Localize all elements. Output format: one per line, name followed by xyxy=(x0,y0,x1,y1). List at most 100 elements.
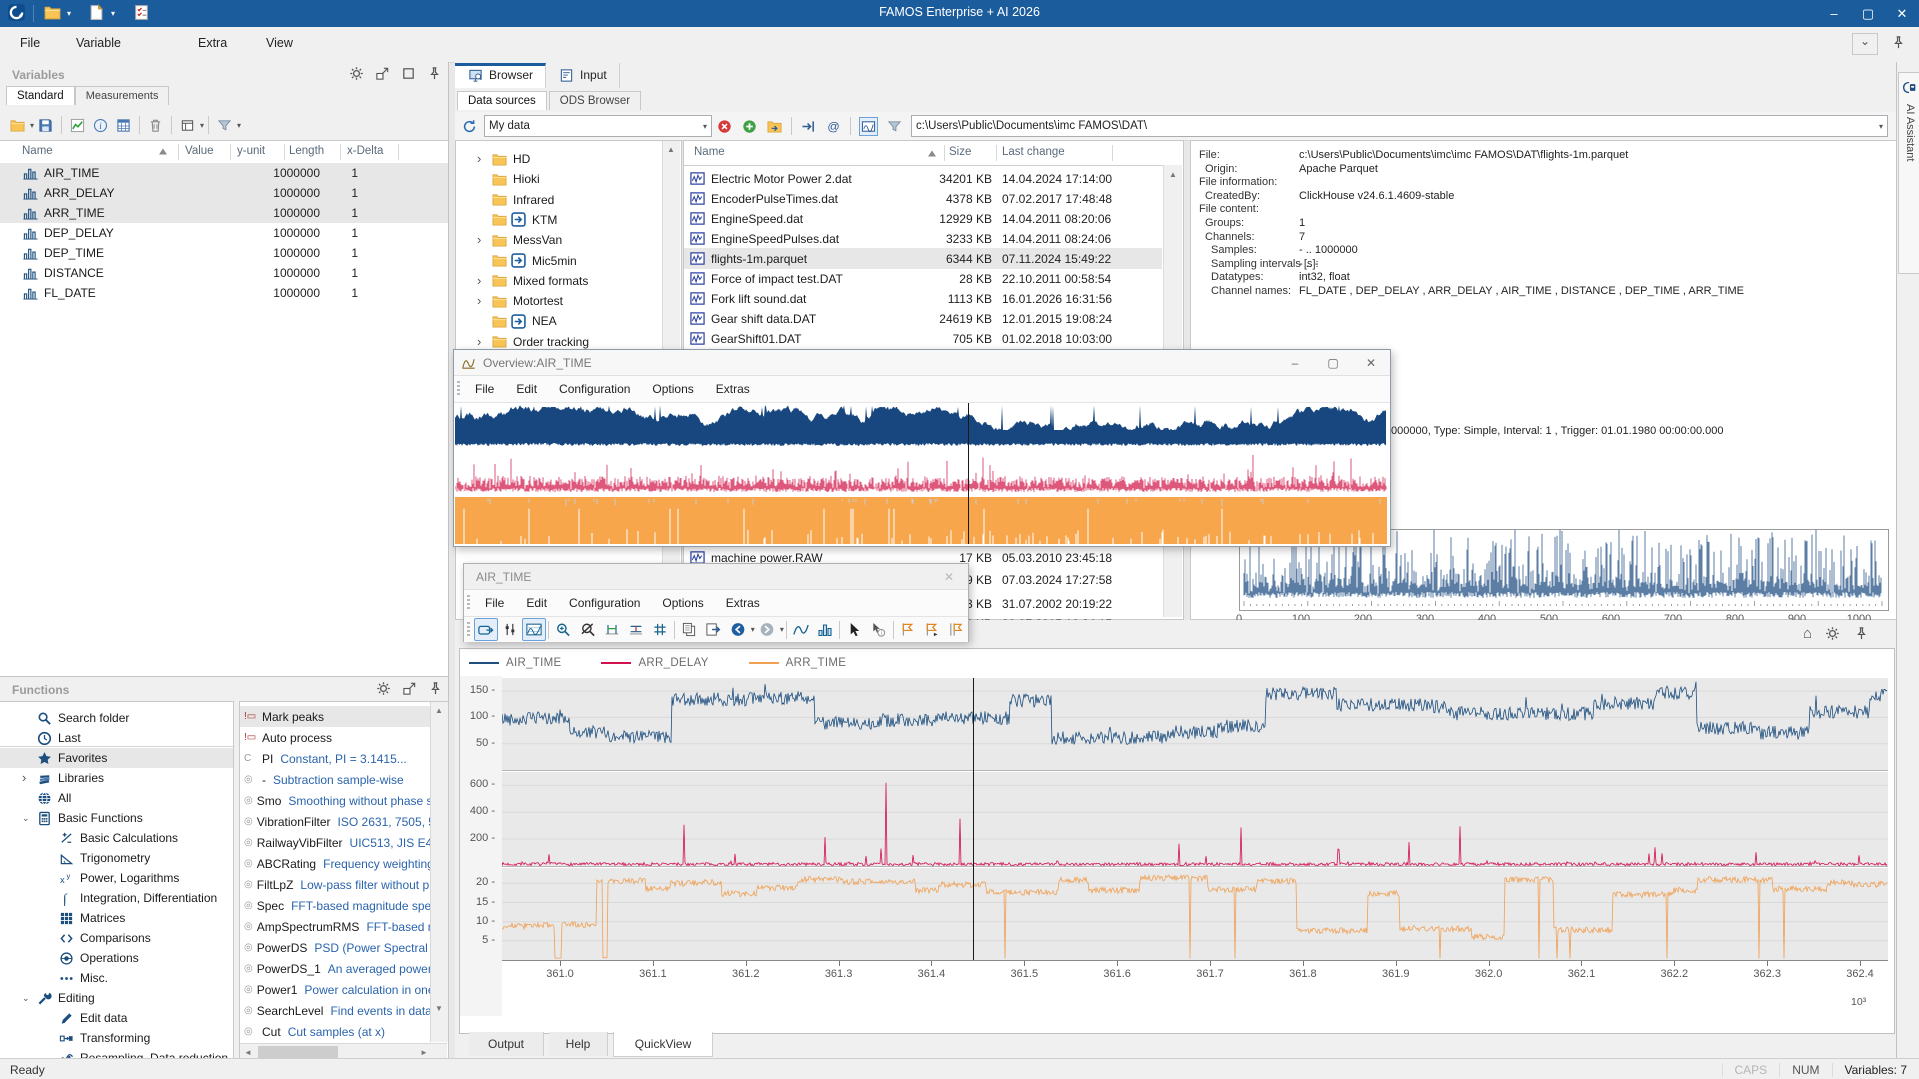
function-category-misc-[interactable]: Misc. xyxy=(0,968,233,988)
expander-icon[interactable]: › xyxy=(477,235,491,245)
menu-extras[interactable]: Extras xyxy=(715,592,771,614)
add-source-icon[interactable] xyxy=(741,118,758,135)
legend-item-air_time[interactable]: AIR_TIME xyxy=(469,657,561,669)
nav-forward-icon[interactable] xyxy=(755,618,779,641)
menu-file[interactable]: File xyxy=(464,378,505,400)
arr-time-chart[interactable] xyxy=(502,868,1888,960)
curve-close-icon[interactable]: ✕ xyxy=(930,565,968,589)
function-item[interactable]: ◎SearchLevelFind events in data at xyxy=(240,1000,430,1021)
dropdown-caret-icon[interactable]: ▾ xyxy=(30,121,34,130)
window-layout-icon[interactable] xyxy=(179,117,196,134)
function-item[interactable]: ◎Power1Power calculation in one ph xyxy=(240,979,430,1000)
function-category-trigonometry[interactable]: Trigonometry xyxy=(0,848,233,868)
curve-window-titlebar[interactable]: AIR_TIME ✕ xyxy=(464,564,968,590)
pointer-icon[interactable] xyxy=(842,618,866,641)
expander-icon[interactable]: › xyxy=(477,337,491,347)
variables-tab-standard[interactable]: Standard xyxy=(6,86,75,105)
bottom-tab-output[interactable]: Output xyxy=(469,1032,544,1056)
measure-y-icon[interactable] xyxy=(624,618,648,641)
settings-gear-icon[interactable] xyxy=(375,680,392,697)
function-category-edit-data[interactable]: Edit data xyxy=(0,1008,233,1028)
variable-row[interactable]: AIR_TIME10000001 xyxy=(0,163,448,183)
overview-mode-icon[interactable] xyxy=(522,618,546,641)
list-scroll-up-icon[interactable]: ▲ xyxy=(431,702,447,718)
file-row[interactable]: EngineSpeedPulses.dat3233 KB14.04.2011 0… xyxy=(684,228,1162,249)
event-marker-2-icon[interactable] xyxy=(920,618,944,641)
expander-icon[interactable]: › xyxy=(477,276,491,286)
float-panel-icon[interactable] xyxy=(401,680,418,697)
function-category-matrices[interactable]: Matrices xyxy=(0,908,233,928)
function-item[interactable]: ◎FiltLpZLow-pass filter without phas xyxy=(240,874,430,895)
expander-icon[interactable]: › xyxy=(22,773,36,783)
list-scroll-down-icon[interactable]: ▼ xyxy=(431,1000,447,1016)
ai-assistant-tab[interactable]: AI Assistant xyxy=(1898,72,1919,274)
function-category-libraries[interactable]: ›Libraries xyxy=(0,768,233,788)
function-item[interactable]: !▭Mark peaks xyxy=(240,706,430,727)
close-window-button[interactable]: ✕ xyxy=(1885,0,1919,27)
chevron-down-icon[interactable]: ⌄ xyxy=(1852,33,1878,55)
panel-tab-browser[interactable]: Browser xyxy=(455,63,546,88)
curve-window[interactable]: AIR_TIME ✕ FileEditConfigurationOptionsE… xyxy=(463,563,969,642)
menu-file[interactable]: File xyxy=(14,34,46,52)
show-curve-icon[interactable] xyxy=(69,117,86,134)
file-row[interactable]: Gear shift data.DAT24619 KB12.01.2015 19… xyxy=(684,308,1162,329)
dropdown-caret-icon[interactable]: ▾ xyxy=(200,121,204,130)
save-variable-icon[interactable] xyxy=(37,117,54,134)
filter-files-icon[interactable] xyxy=(886,118,903,135)
filter-variables-icon[interactable] xyxy=(216,117,233,134)
pin-icon[interactable] xyxy=(426,65,443,82)
function-category-editing[interactable]: ⌄Editing xyxy=(0,988,233,1008)
function-item[interactable]: ◎SmoSmoothing without phase shift xyxy=(240,790,430,811)
pin-icon[interactable] xyxy=(427,680,444,697)
folder-item[interactable]: Hioki xyxy=(456,169,540,189)
data-source-combo[interactable]: My data▾ xyxy=(484,115,712,137)
column-header-size[interactable]: Size xyxy=(949,146,971,158)
tree-scroll-up-icon[interactable]: ▲ xyxy=(663,141,679,157)
function-category-integration-differentiation[interactable]: ∫Integration, Differentiation xyxy=(0,888,233,908)
dropdown-caret-icon[interactable]: ▾ xyxy=(780,625,784,634)
legend-item-arr_delay[interactable]: ARR_DELAY xyxy=(601,657,708,669)
expander-icon[interactable]: › xyxy=(477,154,491,164)
menu-extras[interactable]: Extras xyxy=(705,378,761,400)
overview-strip-arr-time[interactable] xyxy=(455,497,1387,544)
function-category-basic-functions[interactable]: ⌄Basic Functions xyxy=(0,808,233,828)
datagrid-icon[interactable] xyxy=(115,117,132,134)
menu-variable[interactable]: Variable xyxy=(70,34,127,52)
maximize-panel-icon[interactable] xyxy=(400,65,417,82)
overview-window-titlebar[interactable]: Overview:AIR_TIME – ▢ ✕ xyxy=(454,350,1390,376)
function-item[interactable]: CPIConstant, PI = 3.1415... xyxy=(240,748,430,769)
address-icon[interactable]: @ xyxy=(825,118,842,135)
folder-item[interactable]: ›Motortest xyxy=(456,291,563,311)
bottom-tab-help[interactable]: Help xyxy=(549,1032,608,1056)
settings-gear-icon[interactable] xyxy=(1824,625,1841,642)
variable-info-icon[interactable]: i xyxy=(92,117,109,134)
folder-item[interactable]: NEA xyxy=(456,311,557,331)
event-marker-1-icon[interactable] xyxy=(896,618,920,641)
subtab-data-sources[interactable]: Data sources xyxy=(457,91,547,110)
variable-row[interactable]: FL_DATE10000001 xyxy=(0,283,448,303)
zoom-in-icon[interactable] xyxy=(551,618,575,641)
column-header-value[interactable]: Value xyxy=(185,145,214,157)
home-icon[interactable]: ⌂ xyxy=(1803,625,1812,642)
overview-cursor[interactable] xyxy=(968,403,969,544)
expander-icon[interactable]: ⌄ xyxy=(22,993,36,1004)
function-item[interactable]: ◎VibrationFilterISO 2631, 7505, 534 xyxy=(240,811,430,832)
overview-close-icon[interactable]: ✕ xyxy=(1352,351,1390,375)
function-category-power-logarithms[interactable]: xyPower, Logarithms xyxy=(0,868,233,888)
function-category-last[interactable]: Last xyxy=(0,728,233,748)
legend-item-arr_time[interactable]: ARR_TIME xyxy=(749,657,847,669)
event-marker-3-icon[interactable] xyxy=(944,618,968,641)
measure-x-icon[interactable] xyxy=(600,618,624,641)
function-category-comparisons[interactable]: Comparisons xyxy=(0,928,233,948)
menu-view[interactable]: View xyxy=(260,34,299,52)
pin-icon[interactable] xyxy=(1853,625,1870,642)
expander-icon[interactable]: › xyxy=(477,296,491,306)
variable-row[interactable]: DEP_TIME10000001 xyxy=(0,243,448,263)
overview-strip-arr-delay[interactable] xyxy=(455,450,1387,495)
menu-extra[interactable]: Extra xyxy=(192,34,233,52)
subtab-ods-browser[interactable]: ODS Browser xyxy=(549,91,641,110)
menu-options[interactable]: Options xyxy=(641,378,704,400)
variable-row[interactable]: DEP_DELAY10000001 xyxy=(0,223,448,243)
function-category-favorites[interactable]: Favorites xyxy=(0,748,233,768)
folder-item[interactable]: ›Mixed formats xyxy=(456,271,588,291)
